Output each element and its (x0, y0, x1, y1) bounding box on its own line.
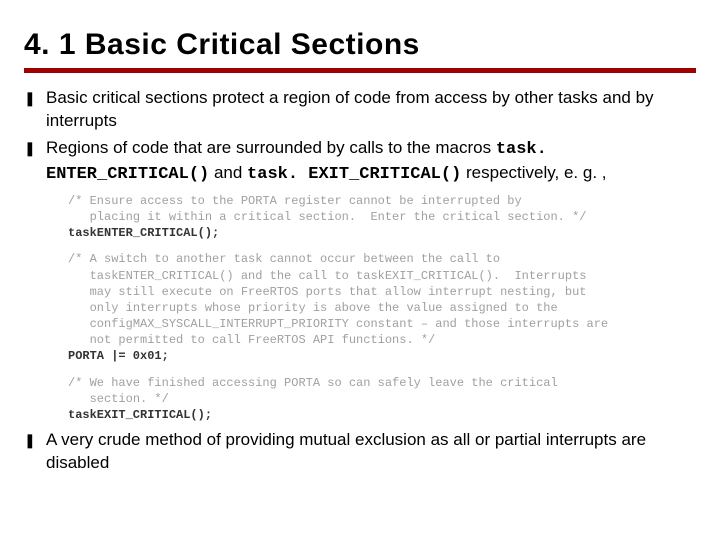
code-comment: placing it within a critical section. En… (68, 209, 696, 225)
code-comment: taskENTER_CRITICAL() and the call to tas… (68, 268, 696, 284)
code-comment: section. */ (68, 391, 696, 407)
bullet-item: ❚ Regions of code that are surrounded by… (24, 137, 696, 187)
text-fragment: and (209, 163, 247, 182)
code-comment: /* Ensure access to the PORTA register c… (68, 193, 696, 209)
bullet-icon: ❚ (24, 87, 46, 109)
code-comment: may still execute on FreeRTOS ports that… (68, 284, 696, 300)
bullet-item: ❚ A very crude method of providing mutua… (24, 429, 696, 475)
bullet-list: ❚ Basic critical sections protect a regi… (24, 87, 696, 475)
code-line: taskENTER_CRITICAL(); (68, 225, 696, 241)
spacer (68, 241, 696, 251)
bullet-item: ❚ Basic critical sections protect a regi… (24, 87, 696, 133)
bullet-icon: ❚ (24, 429, 46, 451)
bullet-text: A very crude method of providing mutual … (46, 429, 696, 475)
slide-title: 4. 1 Basic Critical Sections (24, 28, 696, 62)
code-example: /* Ensure access to the PORTA register c… (68, 193, 696, 423)
bullet-text: Basic critical sections protect a region… (46, 87, 696, 133)
spacer (68, 365, 696, 375)
bullet-text: Regions of code that are surrounded by c… (46, 137, 696, 187)
slide: 4. 1 Basic Critical Sections ❚ Basic cri… (0, 0, 720, 475)
title-rule (24, 68, 696, 73)
code-line: taskEXIT_CRITICAL(); (68, 407, 696, 423)
text-fragment: respectively, e. g. , (461, 163, 606, 182)
code-line: PORTA |= 0x01; (68, 348, 696, 364)
code-inline: task. EXIT_CRITICAL() (247, 165, 461, 184)
code-comment: only interrupts whose priority is above … (68, 300, 696, 316)
code-comment: /* We have finished accessing PORTA so c… (68, 375, 696, 391)
text-fragment: Regions of code that are surrounded by c… (46, 138, 496, 157)
bullet-icon: ❚ (24, 137, 46, 159)
code-comment: configMAX_SYSCALL_INTERRUPT_PRIORITY con… (68, 316, 696, 332)
code-comment: not permitted to call FreeRTOS API funct… (68, 332, 696, 348)
code-comment: /* A switch to another task cannot occur… (68, 251, 696, 267)
